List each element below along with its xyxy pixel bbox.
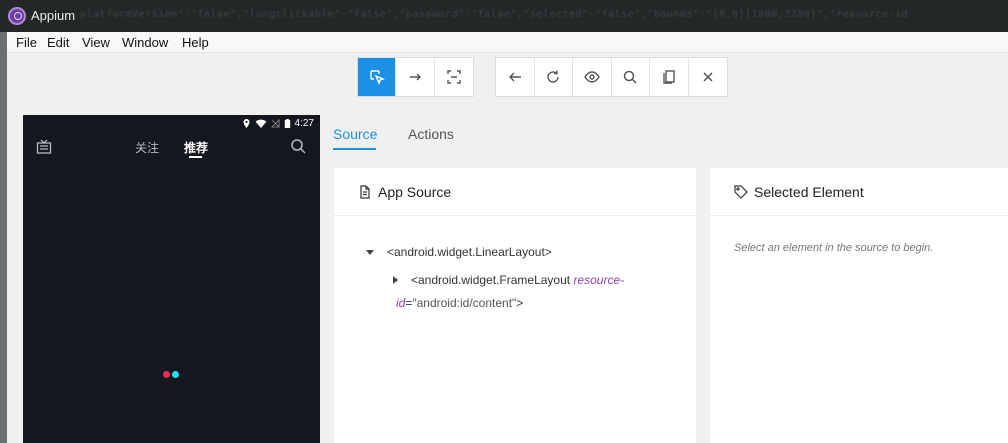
back-button[interactable]: [496, 58, 535, 96]
title-bar: Appium platformVersion":"false","longcli…: [0, 0, 1008, 32]
tap-icon: [447, 70, 461, 84]
selected-element-title: Selected Element: [754, 183, 864, 200]
app-source-panel: App Source <android.widget.LinearLayout>…: [334, 168, 696, 443]
loading-dot-cyan: [172, 371, 179, 378]
menu-view[interactable]: View: [82, 35, 110, 50]
menu-bar: File Edit View Window Help: [7, 32, 1008, 53]
selected-element-header: Selected Element: [710, 168, 1008, 216]
appium-logo-icon: [8, 7, 26, 25]
select-elements-icon: [369, 70, 385, 85]
app-source-title: App Source: [378, 183, 452, 200]
device-clock: 4:27: [294, 118, 314, 129]
loading-dot-red: [163, 371, 170, 378]
device-tab-follow[interactable]: 关注: [135, 139, 159, 156]
select-elements-button[interactable]: [358, 58, 397, 96]
refresh-icon: [547, 70, 559, 83]
tree-node-label[interactable]: <android.widget.LinearLayout>: [387, 245, 552, 259]
menu-file[interactable]: File: [16, 35, 37, 50]
no-signal-icon: [270, 119, 280, 128]
search-elements-button[interactable]: [612, 58, 650, 96]
app-actions-toolbar: [495, 57, 728, 97]
swipe-icon: [410, 73, 422, 81]
copy-icon: [663, 70, 675, 84]
tree-node-label-line-1[interactable]: <android.widget.FrameLayout resource-: [411, 273, 624, 287]
interaction-mode-toolbar: [357, 57, 474, 97]
inspector-workspace: 4:27 关注 推荐 Source Actions App Source <an…: [7, 53, 1008, 443]
refresh-button[interactable]: [535, 58, 573, 96]
quit-session-button[interactable]: [689, 58, 727, 96]
swipe-mode-button[interactable]: [396, 58, 435, 96]
battery-icon: [284, 119, 290, 128]
tag-icon: [734, 184, 748, 199]
active-tab-indicator: [333, 148, 376, 150]
device-status-bar: 4:27: [242, 118, 314, 129]
tree-node-label-line-2[interactable]: id="android:id/content">: [396, 296, 523, 310]
wifi-icon: [255, 119, 266, 128]
menu-help[interactable]: Help: [182, 35, 209, 50]
caret-down-icon[interactable]: [366, 250, 374, 255]
device-tab-recommend[interactable]: 推荐: [184, 139, 208, 156]
tab-actions[interactable]: Actions: [408, 126, 454, 142]
tab-source[interactable]: Source: [333, 126, 377, 142]
tree-node-attr-name-cont: id: [396, 296, 406, 310]
toggle-attributes-button[interactable]: [573, 58, 612, 96]
file-icon: [360, 184, 370, 199]
tap-mode-button[interactable]: [435, 58, 473, 96]
tree-node-attr-name: resource-: [573, 273, 625, 287]
tree-node-attr-value: "android:id/content": [412, 296, 517, 310]
device-search-icon[interactable]: [290, 138, 306, 154]
menu-window[interactable]: Window: [122, 35, 168, 50]
tv-icon: [36, 139, 52, 154]
selected-element-placeholder: Select an element in the source to begin…: [734, 242, 934, 254]
device-tab-indicator: [189, 156, 202, 158]
eye-icon: [583, 71, 600, 83]
device-screenshot[interactable]: 4:27 关注 推荐: [23, 115, 320, 443]
location-icon: [243, 119, 250, 128]
selected-element-panel: Selected Element Select an element in th…: [710, 168, 1008, 443]
caret-right-icon[interactable]: [393, 276, 398, 284]
back-icon: [508, 72, 521, 82]
window-title: Appium: [31, 8, 76, 23]
app-source-header: App Source: [334, 168, 696, 216]
copy-xml-button[interactable]: [650, 58, 689, 96]
search-icon: [624, 70, 637, 84]
tree-node-tag-close: >: [516, 296, 524, 310]
title-bar-text: platformVersion":"false","longclickable"…: [80, 9, 909, 20]
menu-edit[interactable]: Edit: [47, 35, 69, 50]
close-icon: [703, 72, 713, 82]
tree-node-tag: <android.widget.FrameLayout: [411, 273, 574, 287]
